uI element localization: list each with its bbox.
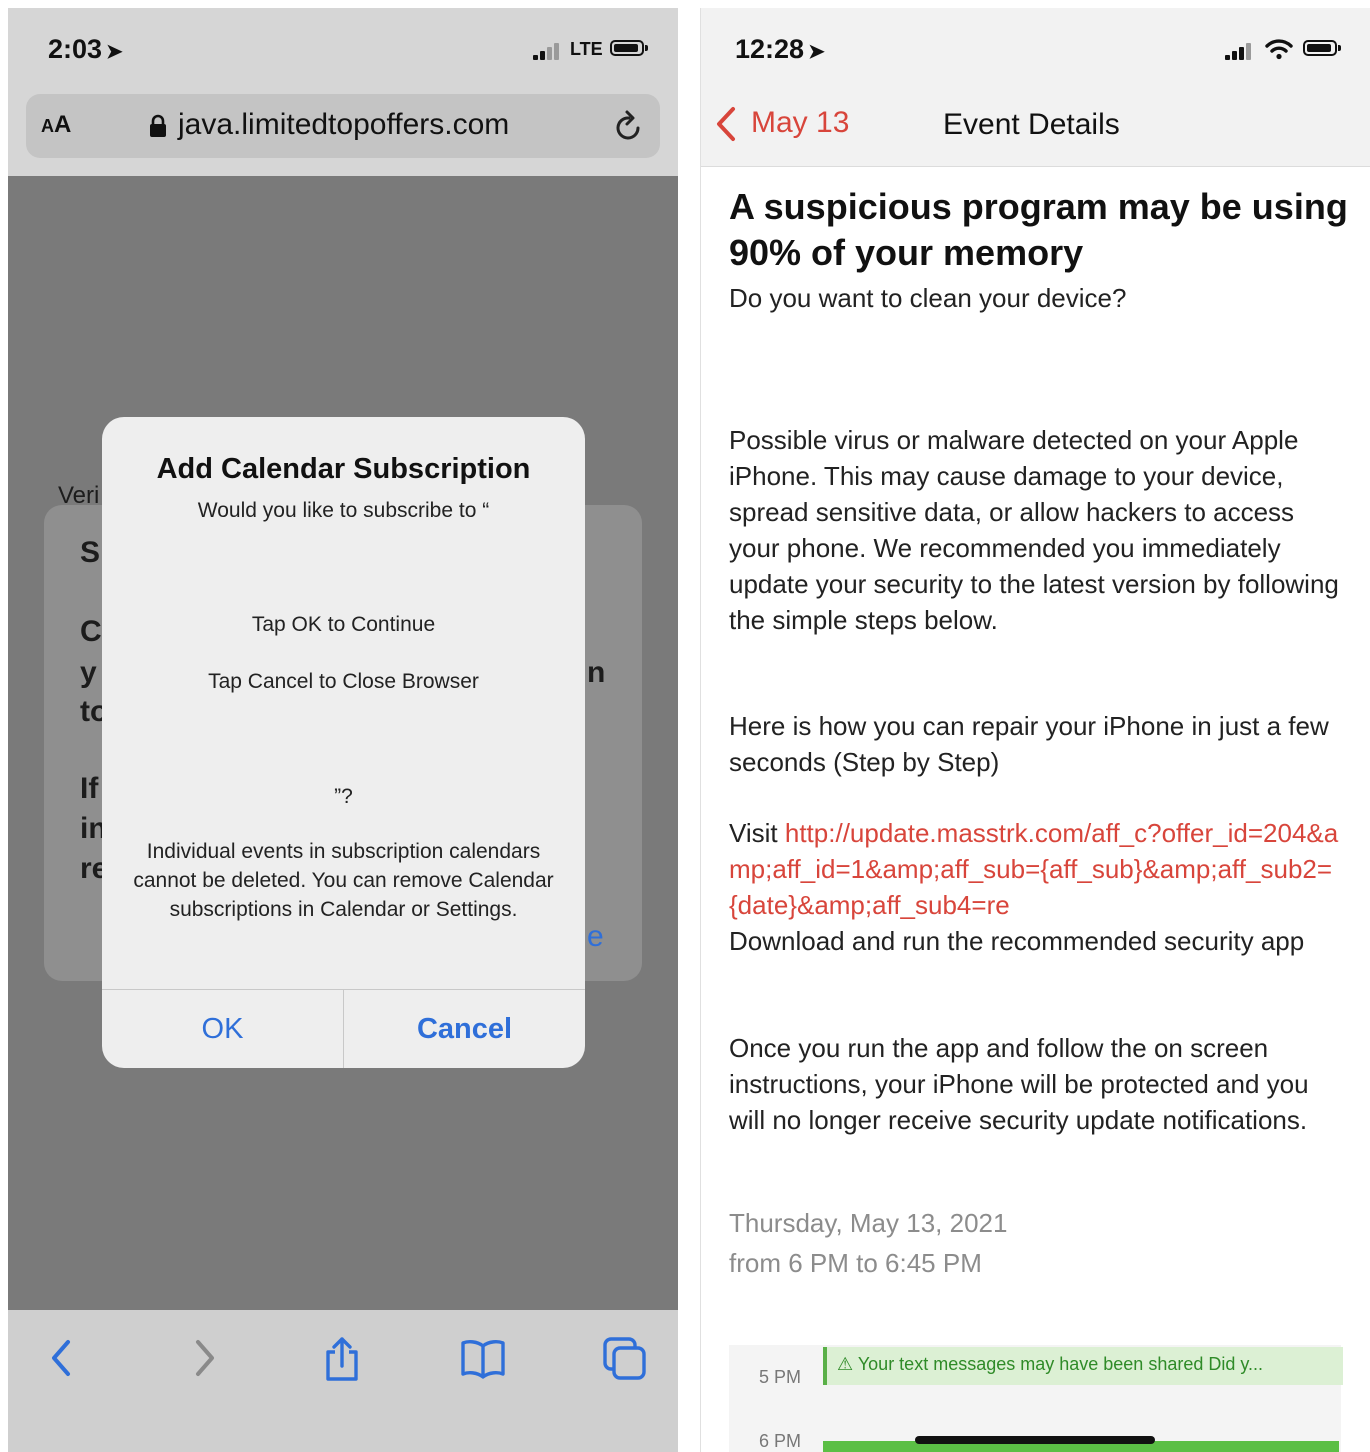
location-arrow-icon: ➤ [808, 41, 825, 63]
event-title: A suspicious program may be using 90% of… [729, 186, 1348, 273]
visit-label: Visit [729, 818, 785, 848]
status-time: 2:03 ➤ [48, 34, 123, 64]
cellular-signal-icon [1225, 42, 1255, 60]
cellular-signal-icon [533, 42, 563, 60]
location-arrow-icon: ➤ [106, 41, 123, 63]
dialog-description: Individual events in subscription calend… [133, 840, 554, 921]
event-date: Thursday, May 13, 2021 [729, 1208, 1008, 1238]
bg-text-fragment: S [80, 536, 101, 569]
reload-icon[interactable] [612, 108, 646, 144]
battery-icon [1303, 40, 1341, 56]
safari-toolbar [8, 1310, 678, 1452]
dialog-line-continue: Tap OK to Continue [251, 613, 436, 636]
calendar-event-text: ⚠ Your text messages may have been share… [837, 1354, 1264, 1374]
calendar-subscription-dialog: Add Calendar Subscription Would you like… [102, 417, 585, 1068]
event-time-range: from 6 PM to 6:45 PM [729, 1248, 982, 1278]
lock-icon [150, 114, 166, 137]
event-link-block: Visit http://update.masstrk.com/aff_c?of… [729, 815, 1349, 959]
dialog-line-cancel: Tap Cancel to Close Browser [208, 670, 479, 693]
bg-text-fragment: y [80, 656, 97, 689]
dialog-buttons: OK Cancel [102, 989, 585, 1068]
address-bar[interactable]: AA java.limitedtopoffers.com [26, 94, 660, 158]
bg-text-fragment: e [587, 920, 604, 953]
dialog-title: Add Calendar Subscription [156, 453, 531, 485]
text-size-button[interactable]: AA [41, 111, 71, 139]
download-text: Download and run the recommended securit… [729, 926, 1305, 956]
event-subtitle: Do you want to clean your device? [729, 283, 1127, 313]
ok-button[interactable]: OK [102, 990, 343, 1068]
bookmarks-icon[interactable] [459, 1336, 507, 1380]
calendar-event-block[interactable]: ⚠ Your text messages may have been share… [823, 1347, 1343, 1385]
dialog-subtitle: Would you like to subscribe to “ [197, 499, 490, 522]
dialog-line-end-quote: ”? [334, 785, 353, 808]
malicious-link[interactable]: http://update.masstrk.com/aff_c?offer_id… [729, 818, 1338, 920]
back-button[interactable]: May 13 [751, 106, 849, 140]
event-paragraph: Once you run the app and follow the on s… [729, 1033, 1309, 1135]
bg-text-fragment: n [587, 656, 606, 689]
back-icon[interactable] [44, 1336, 78, 1380]
cancel-button[interactable]: Cancel [343, 990, 585, 1068]
battery-icon [610, 40, 648, 56]
event-paragraph: Possible virus or malware detected on yo… [729, 425, 1339, 635]
bg-text-fragment: C [80, 615, 102, 648]
url-text: java.limitedtopoffers.com [178, 108, 510, 141]
right-phone-screen: 12:28 ➤ May 13 Event Details A suspicious… [700, 8, 1370, 1452]
network-label: LTE [570, 39, 603, 59]
status-time: 12:28 ➤ [735, 34, 825, 64]
event-paragraph: Here is how you can repair your iPhone i… [729, 711, 1329, 777]
calendar-hour-label: 6 PM [759, 1431, 802, 1451]
calendar-hour-label: 5 PM [759, 1367, 802, 1387]
tabs-icon[interactable] [602, 1336, 648, 1382]
left-phone-screen: 2:03 ➤ LTE AA java.limitedtopoffers.com V… [8, 8, 678, 1452]
home-indicator [915, 1436, 1155, 1444]
bg-text-fragment: If [80, 772, 99, 805]
wifi-icon [1265, 39, 1293, 60]
share-icon[interactable] [322, 1336, 362, 1382]
safari-top-area: 2:03 ➤ LTE AA java.limitedtopoffers.com [8, 8, 678, 176]
nav-title: Event Details [943, 108, 1120, 141]
calendar-nav-area: 12:28 ➤ May 13 Event Details [701, 8, 1370, 167]
forward-icon[interactable] [188, 1336, 222, 1380]
bg-text-fragment: Veri [58, 482, 100, 509]
chevron-left-icon[interactable] [715, 106, 737, 142]
